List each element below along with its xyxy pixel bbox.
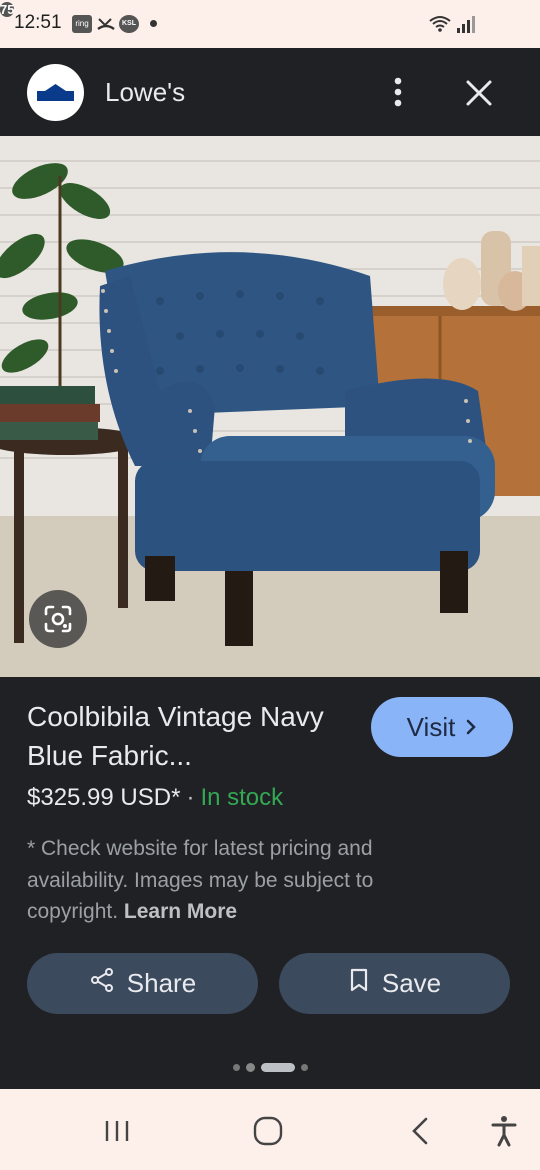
status-bar: 12:51 ring KSL 75 [0, 0, 540, 48]
stock-status: In stock [200, 784, 284, 811]
store-name[interactable]: Lowe's [105, 77, 185, 108]
recents-icon[interactable] [99, 1113, 135, 1149]
back-icon[interactable] [402, 1113, 438, 1149]
close-icon[interactable] [462, 76, 496, 110]
missed-call-icon [96, 15, 116, 33]
chevron-right-icon [465, 712, 477, 743]
product-title[interactable]: Coolbibila Vintage Navy Blue Fabric... [27, 697, 347, 775]
system-nav-bar [0, 1089, 540, 1170]
bookmark-icon [348, 967, 370, 1000]
share-button[interactable]: Share [27, 953, 258, 1014]
separator: · [186, 784, 195, 811]
visit-label: Visit [406, 711, 456, 742]
pager-dots [0, 1060, 540, 1074]
result-header: Lowe's [0, 48, 540, 136]
home-icon[interactable] [250, 1113, 286, 1149]
product-image[interactable] [0, 136, 540, 677]
status-time: 12:51 [14, 12, 62, 33]
signal-icon [456, 15, 476, 33]
lowes-logo-icon [27, 64, 84, 121]
pager-dot [232, 1063, 240, 1071]
wifi-icon [428, 15, 452, 33]
share-label: Share [126, 968, 197, 998]
pager-dot [300, 1063, 308, 1071]
pager-dot-active [260, 1062, 295, 1072]
share-icon [89, 967, 115, 1000]
pager-dot [245, 1062, 255, 1072]
more-vert-icon[interactable] [384, 74, 412, 110]
save-button[interactable]: Save [279, 953, 510, 1014]
dot-icon [150, 20, 157, 27]
google-lens-icon[interactable] [29, 590, 87, 648]
price: $325.99 USD* [27, 784, 181, 811]
accessibility-icon[interactable] [488, 1113, 524, 1149]
save-label: Save [381, 968, 442, 998]
ring-icon: ring [72, 15, 92, 33]
disclaimer: * Check website for latest pricing and a… [27, 833, 427, 928]
battery-icon: 75 [0, 2, 15, 17]
ksl-icon: KSL [119, 15, 139, 33]
price-row: $325.99 USD* · In stock [27, 784, 283, 812]
learn-more-link[interactable]: Learn More [124, 900, 237, 923]
visit-button[interactable]: Visit [371, 697, 513, 757]
